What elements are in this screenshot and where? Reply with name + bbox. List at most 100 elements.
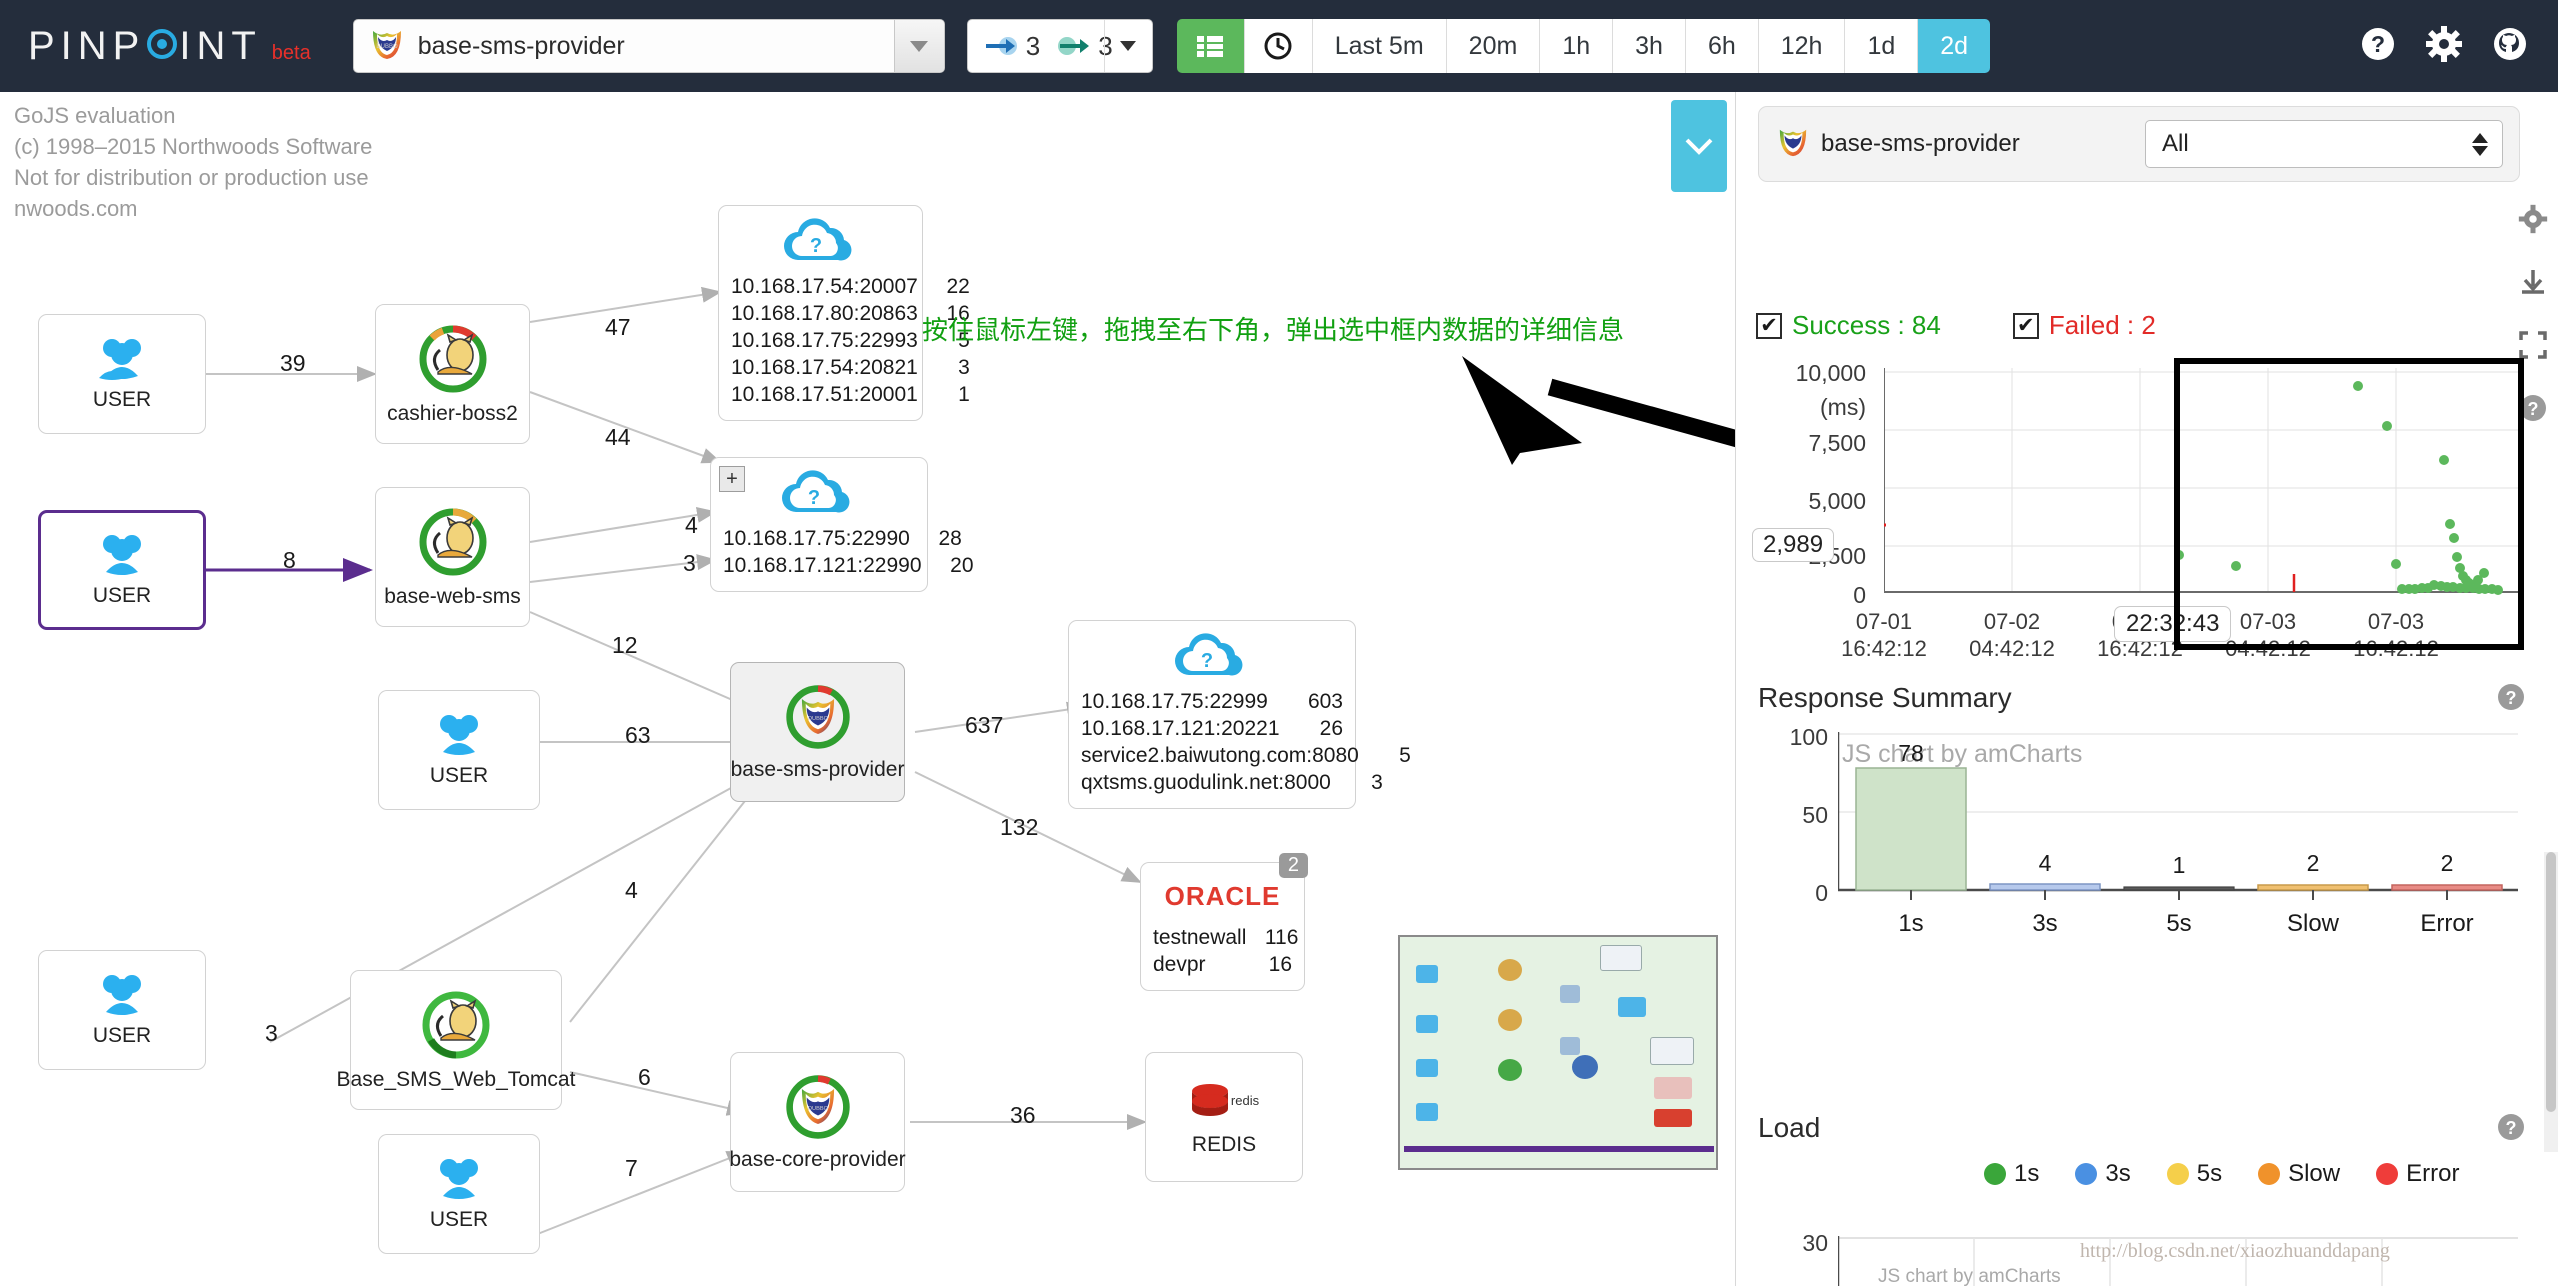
svg-text:JS chart by amCharts: JS chart by amCharts: [1878, 1266, 2061, 1286]
rs-cat-3s: 3s: [2032, 910, 2058, 937]
svg-text:?: ?: [809, 235, 821, 257]
map-node-label: USER: [429, 1208, 489, 1231]
ip-count: 5: [1399, 744, 1411, 767]
time-range-2d[interactable]: 2d: [1918, 19, 1991, 73]
response-summary-help-icon[interactable]: ?: [2496, 682, 2526, 717]
legend-label-error: Error: [2406, 1160, 2460, 1187]
agent-filter-select[interactable]: All: [2145, 120, 2503, 168]
map-node-base-sms-provider[interactable]: DUBBO base-sms-provider: [730, 662, 905, 802]
legend-item-error[interactable]: Error: [2376, 1160, 2459, 1188]
legend-item-5s[interactable]: 5s: [2166, 1160, 2222, 1188]
server-map-canvas[interactable]: GoJS evaluation (c) 1998–2015 Northwoods…: [0, 92, 1735, 1286]
map-node-base-sms-web-tomcat[interactable]: Base_SMS_Web_Tomcat: [337, 970, 575, 1110]
time-range-1d[interactable]: 1d: [1845, 19, 1919, 73]
checkbox-checked-icon[interactable]: ✔: [1756, 312, 1782, 339]
db-count: 16: [1268, 953, 1292, 976]
ip-list-box-1[interactable]: ? 10.168.17.54:20007 22 10.168.17.80:208…: [718, 205, 970, 421]
inbound-group[interactable]: 3: [984, 31, 1040, 62]
map-node-user-4[interactable]: USER: [38, 950, 206, 1070]
ip-list-box-3[interactable]: ? 10.168.17.75:22999 603 10.168.17.121:2…: [1068, 620, 1411, 809]
rs-ytick-100: 100: [1789, 724, 1828, 750]
load-help-icon[interactable]: ?: [2496, 1112, 2526, 1147]
time-range-12h[interactable]: 12h: [1758, 19, 1846, 73]
ip-address: 10.168.17.121:22990: [723, 554, 922, 577]
github-icon[interactable]: [2492, 26, 2528, 67]
map-node-oracle[interactable]: 2 ORACLE testnewall 116 devpr 16: [1140, 853, 1308, 991]
gear-icon[interactable]: [2426, 25, 2462, 67]
legend-label-slow: Slow: [2288, 1160, 2341, 1187]
map-node-cashier-boss2[interactable]: cashier-boss2: [375, 304, 530, 444]
minimap-overview[interactable]: [1398, 935, 1718, 1170]
time-range-last5m[interactable]: Last 5m: [1312, 19, 1447, 73]
map-node-label: USER: [429, 764, 489, 787]
load-ytick-30: 30: [1802, 1230, 1828, 1256]
map-node-redis[interactable]: redis REDIS: [1145, 1052, 1303, 1182]
download-icon[interactable]: [2518, 267, 2548, 302]
rs-value-5s: 1: [2172, 852, 2186, 878]
csdn-watermark: http://blog.csdn.net/xiaozhuanddapang: [2080, 1240, 2390, 1262]
map-node-user-3[interactable]: USER: [378, 690, 540, 810]
map-node-base-core-provider[interactable]: DUBBO base-core-provider: [729, 1052, 906, 1192]
ip-row: 10.168.17.121:20221 26: [1081, 715, 1343, 742]
ip-row: qxtsms.guodulink.net:8000 3: [1081, 769, 1383, 796]
panel-collapse-toggle[interactable]: [1671, 100, 1727, 192]
map-node-user-1[interactable]: USER: [38, 314, 206, 434]
application-selector[interactable]: DUBBO base-sms-provider: [352, 19, 945, 73]
map-node-user-2-selected[interactable]: USER: [38, 510, 206, 630]
time-range-20m[interactable]: 20m: [1446, 19, 1541, 73]
user-icon: [440, 1159, 478, 1199]
map-node-user-5[interactable]: USER: [378, 1134, 540, 1254]
user-icon: [440, 715, 478, 755]
inbound-arrow-icon: [985, 37, 1017, 55]
edge-count-4a: 4: [685, 512, 698, 538]
help-icon[interactable]: ?: [2360, 26, 2396, 67]
time-range-toolbar[interactable]: Last 5m 20m 1h 3h 6h 12h 1d 2d: [1176, 19, 1991, 73]
chinese-annotation-text: 按住鼠标左键，拖拽至右下角，弹出选中框内数据的详细信息: [922, 315, 1625, 345]
checkbox-checked-icon[interactable]: ✔: [2012, 312, 2039, 339]
ip-address: qxtsms.guodulink.net:8000: [1081, 771, 1331, 794]
ip-count: 28: [938, 527, 962, 550]
ip-row: 10.168.17.54:20821 3: [731, 354, 970, 381]
legend-label-1s: 1s: [2014, 1160, 2040, 1187]
success-filter[interactable]: ✔ Success : 84: [1756, 310, 1941, 341]
response-summary-title: Response Summary: [1758, 682, 2012, 713]
inbound-outbound-selector[interactable]: 3 3: [966, 19, 1153, 73]
load-legend: 1s 3s 5s Slow Error: [1984, 1160, 2485, 1188]
map-node-label: cashier-boss2: [387, 402, 518, 425]
edge-count-132: 132: [1000, 814, 1039, 840]
response-summary-chart[interactable]: 100 50 0 JS chart by amCharts 78 4 1 2 2…: [1758, 724, 2518, 972]
time-range-6h[interactable]: 6h: [1685, 19, 1759, 73]
gear-icon[interactable]: [2518, 204, 2548, 239]
application-dropdown-caret[interactable]: [893, 20, 944, 72]
time-range-1h[interactable]: 1h: [1540, 19, 1614, 73]
expand-button[interactable]: +: [719, 466, 745, 492]
map-node-base-web-sms[interactable]: base-web-sms: [375, 487, 530, 627]
scatter-selection-box[interactable]: [2174, 358, 2524, 650]
legend-item-3s[interactable]: 3s: [2075, 1160, 2131, 1188]
edge-count-47: 47: [605, 314, 631, 340]
minimap-scroll-indicator[interactable]: [1404, 1146, 1714, 1152]
legend-dot-1s: [1984, 1163, 2006, 1185]
edge-count-3a: 3: [683, 550, 696, 576]
spinner-arrows-icon[interactable]: [2472, 132, 2488, 156]
time-picker-button[interactable]: [1244, 19, 1313, 73]
map-node-label: base-core-provider: [729, 1148, 906, 1171]
io-dropdown-caret[interactable]: [1103, 20, 1152, 72]
ip-row: 10.168.17.80:20863 16: [731, 300, 970, 327]
legend-item-slow[interactable]: Slow: [2258, 1160, 2340, 1188]
response-time-scatter-chart[interactable]: 10,000 (ms) 7,500 5,000 2,500 0 2,989 07…: [1752, 358, 2526, 661]
grid-view-button[interactable]: [1176, 19, 1245, 73]
ip-list-box-2[interactable]: + ? 10.168.17.75:22990 28 10.168.17.121:…: [710, 457, 974, 592]
ip-row: 10.168.17.121:22990 20: [723, 552, 974, 579]
time-range-3h[interactable]: 3h: [1613, 19, 1686, 73]
ip-address: 10.168.17.51:20001: [731, 383, 918, 406]
failed-filter[interactable]: ✔ Failed : 2: [2012, 310, 2156, 341]
edge-count-36: 36: [1010, 1102, 1036, 1128]
pinpoint-logo[interactable]: PINP INT beta: [28, 24, 311, 69]
legend-item-1s[interactable]: 1s: [1984, 1160, 2039, 1188]
edge-count-3b: 3: [265, 1020, 278, 1046]
ip-row: 10.168.17.75:22990 28: [723, 525, 962, 552]
panel-scrollbar[interactable]: [2544, 852, 2558, 1152]
edge-count-44: 44: [605, 424, 631, 450]
ip-address: 10.168.17.75:22990: [723, 527, 910, 550]
